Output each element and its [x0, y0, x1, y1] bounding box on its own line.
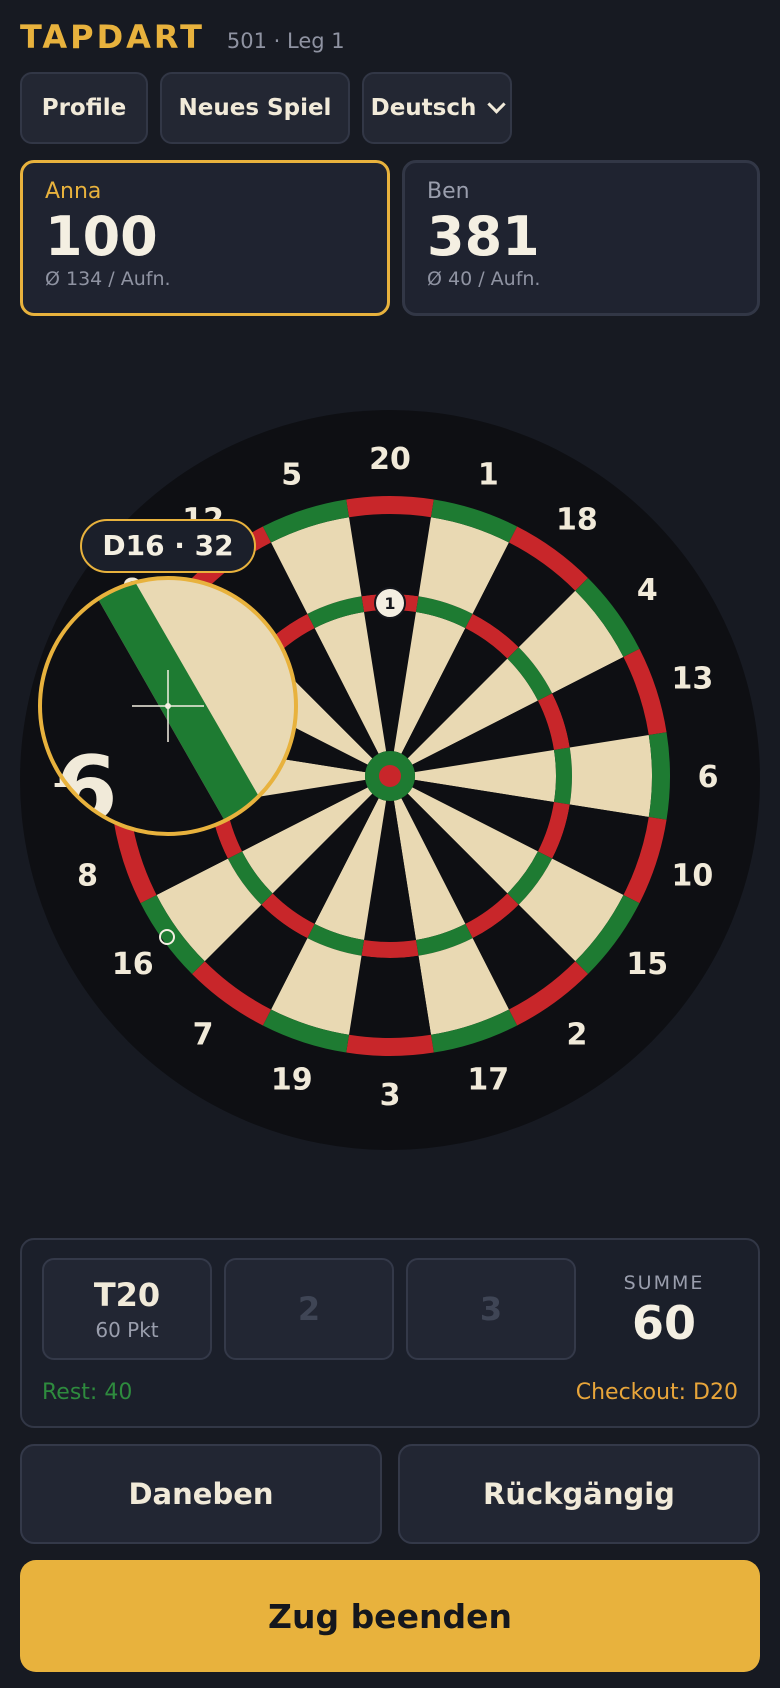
throw-value: T20	[93, 1276, 161, 1314]
chevron-down-icon	[487, 95, 507, 114]
board-number-6: 6	[698, 760, 719, 795]
triple-3[interactable]	[361, 939, 419, 958]
checkout-suggestion: Checkout: D20	[575, 1380, 738, 1405]
board-number-15: 15	[626, 947, 668, 982]
player-average: Ø 40 / Aufn.	[427, 268, 541, 290]
new-game-button[interactable]: Neues Spiel	[160, 72, 350, 144]
single-outer-6[interactable]	[569, 735, 652, 817]
board-number-17: 17	[467, 1062, 509, 1097]
undo-button[interactable]: Rückgängig	[398, 1444, 760, 1544]
player-name: Ben	[427, 179, 470, 204]
sum-label: SUMME	[623, 1272, 705, 1294]
language-select[interactable]: Deutsch	[362, 72, 512, 144]
board-number-16: 16	[112, 947, 154, 982]
throw-slot-3[interactable]: 3	[406, 1258, 576, 1360]
remaining-score: Rest: 40	[42, 1380, 133, 1405]
bullseye[interactable]	[379, 765, 401, 787]
board-number-20: 20	[369, 442, 411, 477]
board-number-1: 1	[478, 458, 499, 493]
board-number-19: 19	[271, 1062, 313, 1097]
dartboard[interactable]: 2011841361015217319716811149125 1 6 D16 …	[0, 390, 780, 1170]
player-name: Anna	[45, 179, 102, 204]
throw-slot-number: 2	[297, 1290, 321, 1328]
single-outer-3[interactable]	[349, 955, 431, 1038]
player-card-anna[interactable]: Anna 100 Ø 134 / Aufn.	[20, 160, 390, 316]
svg-text:1: 1	[384, 594, 395, 613]
current-throws-panel: T20 60 Pkt 2 3 SUMME 60 Rest: 40 Checkou…	[20, 1238, 760, 1428]
board-number-18: 18	[556, 503, 598, 538]
throw-slot-1[interactable]: T20 60 Pkt	[42, 1258, 212, 1360]
throw-slot-number: 3	[479, 1290, 503, 1328]
board-number-5: 5	[281, 458, 302, 493]
end-turn-button[interactable]: Zug beenden	[20, 1560, 760, 1672]
player-average: Ø 134 / Aufn.	[45, 268, 171, 290]
magnifier-label: D16 · 32	[80, 519, 256, 573]
throw-points: 60 Pkt	[95, 1318, 159, 1342]
throw-slot-2[interactable]: 2	[224, 1258, 394, 1360]
board-number-8: 8	[77, 858, 98, 893]
board-number-13: 13	[672, 662, 714, 697]
board-number-4: 4	[637, 573, 658, 608]
triple-6[interactable]	[553, 747, 572, 805]
single-outer-20[interactable]	[349, 514, 431, 597]
miss-button[interactable]: Daneben	[20, 1444, 382, 1544]
player-score: 100	[45, 205, 158, 268]
app-logo: TAPDART	[20, 18, 205, 56]
profile-button[interactable]: Profile	[20, 72, 148, 144]
player-card-ben[interactable]: Ben 381 Ø 40 / Aufn.	[402, 160, 760, 316]
board-number-10: 10	[672, 858, 714, 893]
svg-text:D16 · 32: D16 · 32	[102, 529, 233, 562]
game-mode-label: 501 · Leg 1	[226, 29, 345, 53]
board-number-2: 2	[566, 1017, 587, 1052]
board-number-7: 7	[193, 1017, 214, 1052]
board-number-3: 3	[380, 1078, 401, 1113]
language-select-value: Deutsch	[370, 95, 477, 121]
app-header: TAPDART 501 · Leg 1	[20, 18, 345, 56]
sum-value: 60	[631, 1296, 696, 1350]
player-score: 381	[427, 205, 540, 268]
dart-hit-marker: 1	[374, 587, 406, 619]
